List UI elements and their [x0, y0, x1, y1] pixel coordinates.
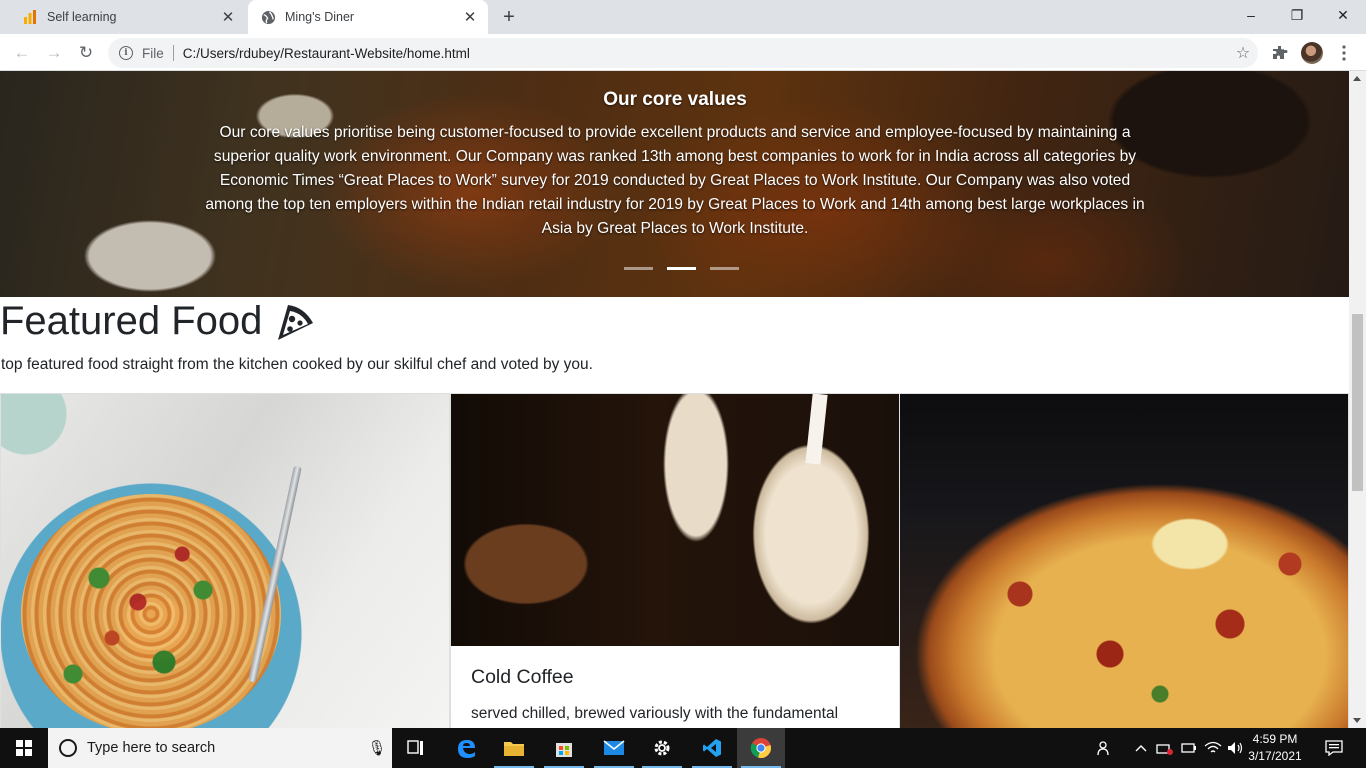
- pasta-dish: [21, 494, 281, 728]
- hero-carousel[interactable]: Our core values Our core values prioriti…: [0, 71, 1349, 297]
- url-text[interactable]: C:/Users/rdubey/Restaurant-Website/home.…: [183, 46, 1228, 61]
- close-tab-icon[interactable]: ✕: [216, 5, 240, 29]
- tab-self-learning[interactable]: Self learning ✕: [8, 0, 246, 34]
- card-body: Cold Coffee served chilled, brewed vario…: [451, 646, 899, 728]
- notifications-icon[interactable]: [1318, 728, 1350, 768]
- food-card-cold-coffee[interactable]: Cold Coffee served chilled, brewed vario…: [450, 393, 900, 728]
- microphone-icon[interactable]: 🎙: [362, 739, 392, 757]
- wifi-icon[interactable]: [1202, 728, 1224, 768]
- scrollbar-thumb[interactable]: [1352, 314, 1363, 491]
- featured-title-text: Featured Food: [0, 299, 263, 343]
- windows-logo-icon: [16, 740, 32, 756]
- forward-button[interactable]: →: [40, 39, 68, 67]
- store-icon[interactable]: [540, 728, 588, 768]
- browser-tab-strip: Self learning ✕ Ming's Diner ✕ + – ❐ ✕: [0, 0, 1366, 34]
- extensions-puzzle-icon[interactable]: [1266, 39, 1294, 67]
- minimize-button[interactable]: –: [1228, 0, 1274, 30]
- reload-button[interactable]: ↻: [72, 39, 100, 67]
- card-text: served chilled, brewed variously with th…: [471, 705, 839, 722]
- taskbar-clock[interactable]: 4:59 PM 3/17/2021: [1243, 731, 1307, 765]
- food-card-pasta[interactable]: [0, 393, 450, 728]
- carousel-caption: Our core values Our core values prioriti…: [200, 89, 1150, 241]
- vscode-icon[interactable]: [688, 728, 736, 768]
- cortana-circle-icon: [59, 739, 77, 757]
- page-scrollbar[interactable]: [1349, 71, 1366, 728]
- food-card-pizza[interactable]: [899, 393, 1349, 728]
- analytics-favicon-icon: [22, 9, 38, 25]
- file-explorer-icon[interactable]: [490, 728, 538, 768]
- carousel-text: Our core values prioritise being custome…: [205, 124, 1145, 237]
- address-bar[interactable]: i File C:/Users/rdubey/Restaurant-Websit…: [108, 38, 1258, 68]
- bookmark-star-icon[interactable]: ☆: [1228, 43, 1258, 63]
- browser-toolbar: ← → ↻ i File C:/Users/rdubey/Restaurant-…: [0, 34, 1366, 71]
- close-window-button[interactable]: ✕: [1320, 0, 1366, 30]
- pizza-slice-icon: [274, 301, 316, 343]
- scheme-label: File: [142, 45, 164, 61]
- page-viewport: Our core values Our core values prioriti…: [0, 71, 1349, 728]
- carousel-heading: Our core values: [603, 89, 747, 110]
- menu-kebab-icon[interactable]: [1330, 39, 1358, 67]
- scroll-down-arrow[interactable]: [1353, 718, 1361, 723]
- card-title: Cold Coffee: [471, 666, 574, 688]
- scroll-up-arrow[interactable]: [1353, 76, 1361, 81]
- globe-icon: [260, 9, 276, 25]
- clock-time: 4:59 PM: [1252, 732, 1298, 746]
- battery-plug-icon[interactable]: [1178, 728, 1200, 768]
- back-button[interactable]: ←: [8, 39, 36, 67]
- edge-icon[interactable]: [442, 728, 490, 768]
- mail-icon[interactable]: [590, 728, 638, 768]
- pasta-image: [1, 394, 449, 728]
- straw-illustration: [805, 394, 828, 465]
- search-placeholder: Type here to search: [87, 740, 216, 756]
- people-icon[interactable]: [1094, 728, 1116, 768]
- close-tab-icon[interactable]: ✕: [458, 5, 482, 29]
- carousel-indicators: [624, 267, 739, 270]
- chrome-icon[interactable]: [737, 728, 785, 768]
- settings-icon[interactable]: [638, 728, 686, 768]
- show-hidden-icons-chevron-icon[interactable]: [1132, 728, 1150, 768]
- carousel-indicator-2[interactable]: [667, 267, 696, 270]
- windows-taskbar: Type here to search 🎙 4:59 PM 3/17/2021: [0, 728, 1366, 768]
- start-button[interactable]: [0, 728, 48, 768]
- tab-mings-diner[interactable]: Ming's Diner ✕: [248, 0, 488, 34]
- address-separator: [172, 45, 174, 61]
- restore-button[interactable]: ❐: [1274, 0, 1320, 30]
- pizza-image: [900, 394, 1348, 728]
- site-info-icon[interactable]: i: [119, 46, 133, 60]
- carousel-indicator-3[interactable]: [710, 267, 739, 270]
- cold-coffee-image: [451, 394, 899, 646]
- taskbar-search-box[interactable]: Type here to search 🎙: [48, 728, 392, 768]
- tab-title: Self learning: [47, 10, 117, 24]
- carousel-indicator-1[interactable]: [624, 267, 653, 270]
- featured-food-heading: Featured Food: [0, 299, 316, 344]
- new-tab-button[interactable]: +: [497, 5, 521, 29]
- featured-subtitle: top featured food straight from the kitc…: [1, 356, 593, 373]
- profile-avatar[interactable]: [1298, 39, 1326, 67]
- network-vpn-icon[interactable]: [1154, 728, 1176, 768]
- tab-title: Ming's Diner: [285, 10, 355, 24]
- task-view-icon[interactable]: [392, 728, 440, 768]
- clock-date: 3/17/2021: [1248, 749, 1302, 763]
